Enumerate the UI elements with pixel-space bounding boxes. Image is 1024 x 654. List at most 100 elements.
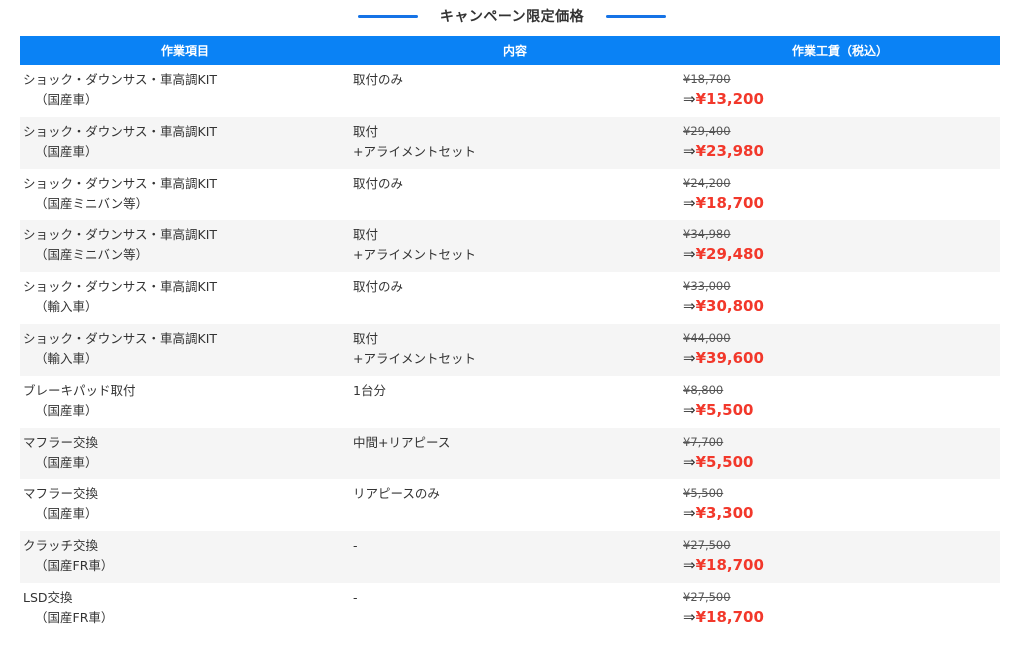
campaign-price: ⇒¥23,980	[683, 140, 1000, 162]
arrow-icon: ⇒	[683, 297, 696, 316]
item-category: （国産FR車）	[35, 609, 114, 625]
regular-price: ¥5,500	[683, 486, 724, 501]
item-name: ショック・ダウンサス・車高調KIT	[23, 123, 218, 139]
content-line: -	[353, 538, 358, 554]
cell-price: ¥27,500 ⇒¥18,700	[680, 583, 1000, 635]
cell-content: 取付 +アライメントセット	[350, 324, 680, 376]
cell-price: ¥29,400 ⇒¥23,980	[680, 117, 1000, 169]
content-line: 取付のみ	[353, 72, 404, 87]
heading-line-right	[606, 14, 667, 18]
campaign-price: ⇒¥3,300	[683, 502, 1000, 524]
cell-item: ショック・ダウンサス・車高調KIT （国産ミニバン等）	[20, 220, 350, 272]
cell-item: マフラー交換 （国産車）	[20, 428, 350, 480]
regular-price: ¥29,400	[683, 123, 731, 138]
campaign-price-value: ¥39,600	[695, 348, 764, 367]
campaign-price-value: ¥18,700	[695, 193, 764, 212]
arrow-icon: ⇒	[683, 90, 696, 108]
cell-item: ショック・ダウンサス・車高調KIT （輸入車）	[20, 272, 350, 324]
cell-content: 取付のみ	[350, 169, 680, 221]
table-body: ショック・ダウンサス・車高調KIT （国産車） 取付のみ ¥18,700 ⇒¥13,20…	[20, 65, 1000, 635]
item-category: （輸入車）	[35, 350, 98, 366]
item-name: マフラー交換	[23, 434, 99, 450]
campaign-price: ⇒¥18,700	[683, 192, 1000, 214]
cell-item: ブレーキパッド取付 （国産車）	[20, 376, 350, 428]
campaign-price-value: ¥3,300	[695, 504, 754, 523]
item-name: ショック・ダウンサス・車高調KIT	[23, 175, 218, 191]
column-header-item: 作業項目	[20, 36, 350, 65]
column-header-content: 内容	[350, 36, 680, 65]
item-name: ショック・ダウンサス・車高調KIT	[23, 330, 218, 346]
campaign-price-value: ¥5,500	[695, 400, 754, 419]
campaign-price-value: ¥13,200	[695, 90, 764, 108]
campaign-price: ⇒¥5,500	[683, 451, 1000, 473]
campaign-price: ⇒¥13,200	[683, 88, 1000, 110]
cell-item: ショック・ダウンサス・車高調KIT （輸入車）	[20, 324, 350, 376]
cell-price: ¥34,980 ⇒¥29,480	[680, 220, 1000, 272]
arrow-icon: ⇒	[683, 504, 696, 523]
item-category: （国産車）	[35, 402, 98, 418]
column-header-price: 作業工賃（税込）	[680, 36, 1000, 65]
cell-content: 1台分	[350, 376, 680, 428]
campaign-price-value: ¥18,700	[695, 556, 764, 575]
campaign-price-value: ¥23,980	[695, 141, 764, 160]
cell-price: ¥8,800 ⇒¥5,500	[680, 376, 1000, 428]
cell-content: 取付のみ	[350, 272, 680, 324]
cell-content: 取付 +アライメントセット	[350, 220, 680, 272]
content-line: 中間+リアピース	[353, 434, 451, 450]
item-name: マフラー交換	[23, 486, 99, 502]
item-category: （国産ミニバン等）	[35, 247, 149, 263]
regular-price: ¥8,800	[683, 382, 724, 397]
table-row: クラッチ交換 （国産FR車） - ¥27,500 ⇒¥18,700	[20, 531, 1000, 583]
regular-price: ¥33,000	[683, 279, 731, 294]
arrow-icon: ⇒	[683, 193, 696, 212]
regular-price: ¥7,700	[683, 434, 724, 449]
cell-price: ¥27,500 ⇒¥18,700	[680, 531, 1000, 583]
cell-item: マフラー交換 （国産車）	[20, 479, 350, 531]
campaign-price: ⇒¥18,700	[683, 554, 1000, 576]
table-row: マフラー交換 （国産車） リアピースのみ ¥5,500 ⇒¥3,300	[20, 479, 1000, 531]
content-line: 取付	[353, 123, 379, 139]
arrow-icon: ⇒	[683, 245, 696, 264]
cell-content: 取付 +アライメントセット	[350, 117, 680, 169]
cell-content: -	[350, 583, 680, 635]
regular-price: ¥24,200	[683, 175, 731, 190]
table-row: ショック・ダウンサス・車高調KIT （国産ミニバン等） 取付のみ ¥24,200 ⇒¥1…	[20, 169, 1000, 221]
regular-price: ¥44,000	[683, 330, 731, 345]
table-header: 作業項目 内容 作業工賃（税込）	[20, 36, 1000, 65]
table-row: ショック・ダウンサス・車高調KIT （輸入車） 取付 +アライメントセット ¥44,00…	[20, 323, 1000, 376]
regular-price: ¥27,500	[683, 589, 731, 604]
content-line: +アライメントセット	[353, 143, 476, 159]
cell-item: ショック・ダウンサス・車高調KIT （国産車）	[20, 117, 350, 169]
cell-content: リアピースのみ	[350, 479, 680, 531]
item-name: ショック・ダウンサス・車高調KIT	[23, 227, 218, 243]
table-row: LSD交換 （国産FR車） - ¥27,500 ⇒¥18,700	[20, 583, 1000, 635]
cell-item: ショック・ダウンサス・車高調KIT （国産ミニバン等）	[20, 169, 350, 221]
campaign-price-value: ¥5,500	[695, 452, 754, 471]
campaign-price-value: ¥29,480	[695, 245, 764, 264]
arrow-icon: ⇒	[683, 607, 696, 626]
item-category: （国産車）	[35, 143, 98, 159]
item-name: LSD交換	[23, 589, 73, 605]
campaign-price: ⇒¥18,700	[683, 606, 1000, 628]
regular-price: ¥27,500	[683, 538, 731, 553]
cell-price: ¥24,200 ⇒¥18,700	[680, 169, 1000, 221]
heading-line-left	[357, 14, 418, 18]
item-name: ショック・ダウンサス・車高調KIT	[23, 279, 218, 295]
campaign-price-value: ¥30,800	[695, 297, 764, 316]
item-category: （国産車）	[35, 92, 98, 107]
table-row: ショック・ダウンサス・車高調KIT （国産ミニバン等） 取付 +アライメントセット ¥3…	[20, 220, 1000, 273]
arrow-icon: ⇒	[683, 556, 696, 575]
content-line: +アライメントセット	[353, 350, 476, 366]
arrow-icon: ⇒	[683, 348, 696, 367]
content-line: +アライメントセット	[353, 247, 476, 263]
item-category: （国産FR車）	[35, 558, 114, 574]
cell-item: クラッチ交換 （国産FR車）	[20, 531, 350, 583]
content-line: リアピースのみ	[353, 486, 440, 502]
content-line: 取付のみ	[353, 279, 404, 295]
section-heading: キャンペーン限定価格	[0, 0, 1024, 32]
item-name: ブレーキパッド取付	[23, 382, 136, 398]
cell-price: ¥18,700 ⇒¥13,200	[680, 65, 1000, 117]
item-category: （国産車）	[35, 454, 98, 470]
arrow-icon: ⇒	[683, 452, 696, 471]
item-category: （国産車）	[35, 506, 98, 522]
